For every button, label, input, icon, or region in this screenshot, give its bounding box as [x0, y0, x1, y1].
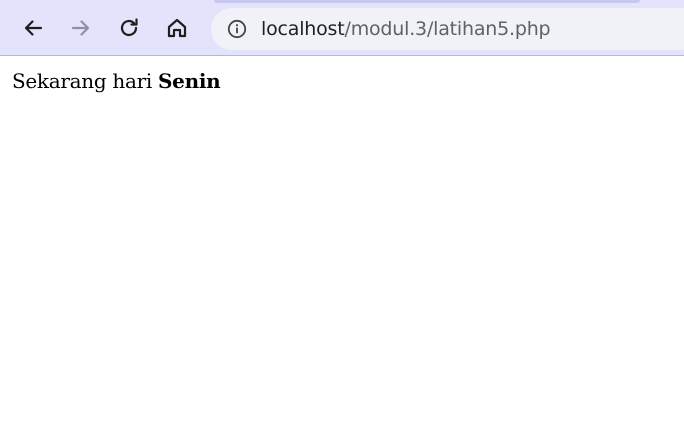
reload-button[interactable]: [113, 12, 145, 44]
url-host: localhost: [261, 18, 345, 40]
forward-button[interactable]: [65, 12, 97, 44]
arrow-left-icon: [24, 20, 43, 36]
browser-toolbar: localhost/modul.3/latihan5.php: [0, 0, 684, 56]
day-name: Senin: [158, 69, 221, 93]
reload-icon: [120, 18, 138, 37]
home-icon: [167, 18, 187, 38]
tab-strip-edge: [214, 0, 640, 3]
address-bar[interactable]: localhost/modul.3/latihan5.php: [211, 8, 684, 50]
back-button[interactable]: [17, 12, 49, 44]
url-text[interactable]: localhost/modul.3/latihan5.php: [261, 8, 551, 50]
day-text-prefix: Sekarang hari: [12, 69, 159, 93]
arrow-right-icon: [71, 20, 90, 36]
info-circle-icon[interactable]: [227, 19, 247, 39]
home-button[interactable]: [161, 12, 193, 44]
url-path: /modul.3/latihan5.php: [344, 18, 551, 40]
page-content: Sekarang hari Senin: [12, 69, 221, 93]
